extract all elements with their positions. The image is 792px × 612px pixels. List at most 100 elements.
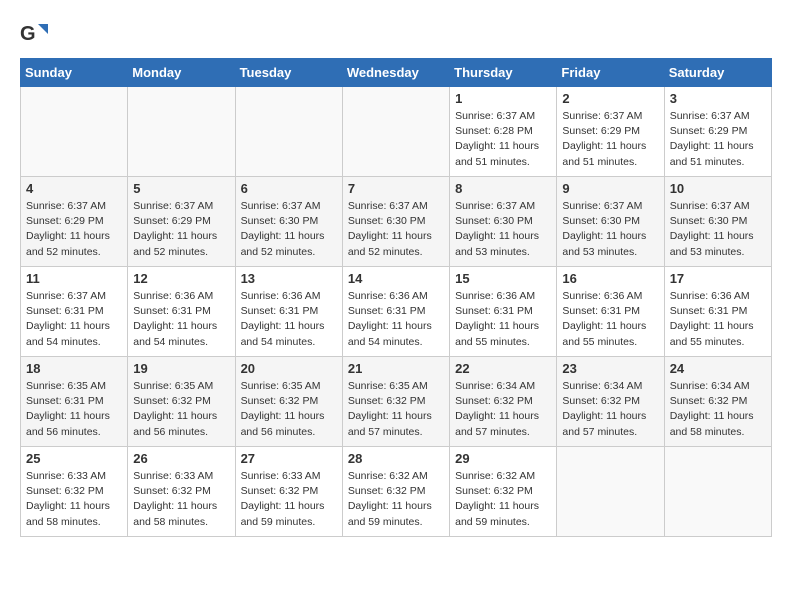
day-info: Sunrise: 6:37 AMSunset: 6:31 PMDaylight:… [26, 289, 122, 350]
col-header-friday: Friday [557, 59, 664, 87]
week-row-2: 4 Sunrise: 6:37 AMSunset: 6:29 PMDaylight… [21, 177, 772, 267]
calendar-cell: 11 Sunrise: 6:37 AMSunset: 6:31 PMDayligh… [21, 267, 128, 357]
calendar-cell: 28 Sunrise: 6:32 AMSunset: 6:32 PMDayligh… [342, 447, 449, 537]
calendar-cell: 16 Sunrise: 6:36 AMSunset: 6:31 PMDayligh… [557, 267, 664, 357]
col-header-tuesday: Tuesday [235, 59, 342, 87]
day-number: 25 [26, 451, 122, 466]
calendar-cell: 15 Sunrise: 6:36 AMSunset: 6:31 PMDayligh… [450, 267, 557, 357]
day-info: Sunrise: 6:37 AMSunset: 6:30 PMDaylight:… [562, 199, 658, 260]
calendar-cell: 17 Sunrise: 6:36 AMSunset: 6:31 PMDayligh… [664, 267, 771, 357]
day-info: Sunrise: 6:36 AMSunset: 6:31 PMDaylight:… [455, 289, 551, 350]
calendar-cell: 12 Sunrise: 6:36 AMSunset: 6:31 PMDayligh… [128, 267, 235, 357]
day-number: 21 [348, 361, 444, 376]
calendar-cell: 8 Sunrise: 6:37 AMSunset: 6:30 PMDaylight… [450, 177, 557, 267]
calendar-cell: 10 Sunrise: 6:37 AMSunset: 6:30 PMDayligh… [664, 177, 771, 267]
calendar-cell: 27 Sunrise: 6:33 AMSunset: 6:32 PMDayligh… [235, 447, 342, 537]
day-number: 10 [670, 181, 766, 196]
day-number: 12 [133, 271, 229, 286]
calendar-cell: 19Sunrise: 6:35 AMSunset: 6:32 PMDayligh… [128, 357, 235, 447]
day-number: 5 [133, 181, 229, 196]
calendar-cell: 2 Sunrise: 6:37 AMSunset: 6:29 PMDaylight… [557, 87, 664, 177]
header: G [20, 20, 772, 48]
calendar-cell: 26 Sunrise: 6:33 AMSunset: 6:32 PMDayligh… [128, 447, 235, 537]
calendar-cell: 14 Sunrise: 6:36 AMSunset: 6:31 PMDayligh… [342, 267, 449, 357]
calendar-cell: 13Sunrise: 6:36 AMSunset: 6:31 PMDayligh… [235, 267, 342, 357]
day-number: 18 [26, 361, 122, 376]
calendar-cell [128, 87, 235, 177]
day-info: Sunrise: 6:32 AMSunset: 6:32 PMDaylight:… [455, 469, 551, 530]
day-info: Sunrise: 6:37 AMSunset: 6:28 PMDaylight:… [455, 109, 551, 170]
week-row-5: 25 Sunrise: 6:33 AMSunset: 6:32 PMDayligh… [21, 447, 772, 537]
calendar-cell: 5 Sunrise: 6:37 AMSunset: 6:29 PMDaylight… [128, 177, 235, 267]
calendar-cell [664, 447, 771, 537]
day-number: 23 [562, 361, 658, 376]
col-header-wednesday: Wednesday [342, 59, 449, 87]
day-info: Sunrise: 6:37 AMSunset: 6:29 PMDaylight:… [670, 109, 766, 170]
day-number: 3 [670, 91, 766, 106]
day-info: Sunrise: 6:36 AMSunset: 6:31 PMDaylight:… [133, 289, 229, 350]
calendar-cell: 22Sunrise: 6:34 AMSunset: 6:32 PMDayligh… [450, 357, 557, 447]
day-number: 9 [562, 181, 658, 196]
calendar-table: SundayMondayTuesdayWednesdayThursdayFrid… [20, 58, 772, 537]
calendar-cell: 9 Sunrise: 6:37 AMSunset: 6:30 PMDaylight… [557, 177, 664, 267]
day-info: Sunrise: 6:37 AMSunset: 6:30 PMDaylight:… [348, 199, 444, 260]
day-number: 17 [670, 271, 766, 286]
day-info: Sunrise: 6:36 AMSunset: 6:31 PMDaylight:… [348, 289, 444, 350]
day-number: 28 [348, 451, 444, 466]
day-number: 26 [133, 451, 229, 466]
day-number: 4 [26, 181, 122, 196]
day-info: Sunrise: 6:37 AMSunset: 6:30 PMDaylight:… [455, 199, 551, 260]
day-number: 20 [241, 361, 337, 376]
calendar-cell: 7 Sunrise: 6:37 AMSunset: 6:30 PMDaylight… [342, 177, 449, 267]
day-info: Sunrise: 6:34 AMSunset: 6:32 PMDaylight:… [670, 379, 766, 440]
col-header-sunday: Sunday [21, 59, 128, 87]
svg-text:G: G [20, 23, 36, 45]
day-number: 1 [455, 91, 551, 106]
day-info: Sunrise: 6:35 AMSunset: 6:31 PMDaylight:… [26, 379, 122, 440]
day-number: 2 [562, 91, 658, 106]
day-info: Sunrise: 6:35 AMSunset: 6:32 PMDaylight:… [133, 379, 229, 440]
day-number: 22 [455, 361, 551, 376]
day-number: 8 [455, 181, 551, 196]
calendar-cell: 18 Sunrise: 6:35 AMSunset: 6:31 PMDayligh… [21, 357, 128, 447]
day-number: 7 [348, 181, 444, 196]
col-header-monday: Monday [128, 59, 235, 87]
day-info: Sunrise: 6:36 AMSunset: 6:31 PMDaylight:… [562, 289, 658, 350]
calendar-cell: 24 Sunrise: 6:34 AMSunset: 6:32 PMDayligh… [664, 357, 771, 447]
day-info: Sunrise: 6:35 AMSunset: 6:32 PMDaylight:… [348, 379, 444, 440]
calendar-cell: 20 Sunrise: 6:35 AMSunset: 6:32 PMDayligh… [235, 357, 342, 447]
day-number: 24 [670, 361, 766, 376]
calendar-cell: 25Sunrise: 6:33 AMSunset: 6:32 PMDayligh… [21, 447, 128, 537]
day-info: Sunrise: 6:35 AMSunset: 6:32 PMDaylight:… [241, 379, 337, 440]
day-number: 16 [562, 271, 658, 286]
col-header-saturday: Saturday [664, 59, 771, 87]
day-info: Sunrise: 6:34 AMSunset: 6:32 PMDaylight:… [562, 379, 658, 440]
calendar-cell: 6 Sunrise: 6:37 AMSunset: 6:30 PMDaylight… [235, 177, 342, 267]
day-info: Sunrise: 6:37 AMSunset: 6:29 PMDaylight:… [133, 199, 229, 260]
calendar-cell [21, 87, 128, 177]
calendar-cell: 29Sunrise: 6:32 AMSunset: 6:32 PMDayligh… [450, 447, 557, 537]
day-info: Sunrise: 6:37 AMSunset: 6:30 PMDaylight:… [241, 199, 337, 260]
day-info: Sunrise: 6:37 AMSunset: 6:30 PMDaylight:… [670, 199, 766, 260]
week-row-4: 18 Sunrise: 6:35 AMSunset: 6:31 PMDayligh… [21, 357, 772, 447]
calendar-cell: 21 Sunrise: 6:35 AMSunset: 6:32 PMDayligh… [342, 357, 449, 447]
day-number: 11 [26, 271, 122, 286]
day-info: Sunrise: 6:32 AMSunset: 6:32 PMDaylight:… [348, 469, 444, 530]
col-header-thursday: Thursday [450, 59, 557, 87]
day-info: Sunrise: 6:33 AMSunset: 6:32 PMDaylight:… [133, 469, 229, 530]
day-number: 27 [241, 451, 337, 466]
calendar-cell: 1 Sunrise: 6:37 AMSunset: 6:28 PMDaylight… [450, 87, 557, 177]
day-number: 6 [241, 181, 337, 196]
day-number: 15 [455, 271, 551, 286]
week-row-1: 1 Sunrise: 6:37 AMSunset: 6:28 PMDaylight… [21, 87, 772, 177]
day-number: 13 [241, 271, 337, 286]
day-info: Sunrise: 6:37 AMSunset: 6:29 PMDaylight:… [562, 109, 658, 170]
day-info: Sunrise: 6:33 AMSunset: 6:32 PMDaylight:… [241, 469, 337, 530]
week-row-3: 11 Sunrise: 6:37 AMSunset: 6:31 PMDayligh… [21, 267, 772, 357]
day-number: 14 [348, 271, 444, 286]
logo-icon: G [20, 20, 48, 48]
calendar-cell [235, 87, 342, 177]
day-info: Sunrise: 6:37 AMSunset: 6:29 PMDaylight:… [26, 199, 122, 260]
day-info: Sunrise: 6:36 AMSunset: 6:31 PMDaylight:… [670, 289, 766, 350]
calendar-cell: 4 Sunrise: 6:37 AMSunset: 6:29 PMDaylight… [21, 177, 128, 267]
